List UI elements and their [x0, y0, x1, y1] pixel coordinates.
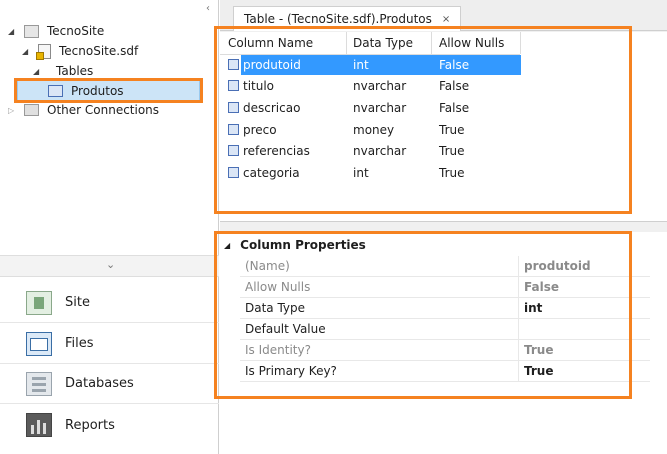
site-icon — [24, 24, 39, 38]
tab-title: Table - (TecnoSite.sdf).Produtos — [244, 12, 432, 26]
tree-node-database[interactable]: ◢ TecnoSite.sdf — [22, 41, 138, 61]
nav-item-site[interactable]: Site — [0, 283, 219, 323]
close-icon[interactable]: × — [442, 14, 450, 25]
database-file-icon — [36, 43, 51, 60]
nav-label: Files — [65, 336, 94, 351]
files-icon — [26, 331, 52, 356]
server-icon — [24, 104, 39, 116]
annotation-highlight-table — [14, 78, 203, 103]
nav-item-reports[interactable]: Reports — [0, 405, 219, 445]
tree-other-label: Other Connections — [47, 103, 160, 117]
annotation-highlight-properties — [214, 231, 632, 399]
chevron-down-icon[interactable]: ⌄ — [106, 258, 115, 271]
site-home-icon — [26, 290, 52, 315]
collapse-icon[interactable]: ◢ — [8, 27, 18, 36]
expand-icon[interactable]: ▷ — [8, 106, 18, 115]
chevron-left-icon[interactable]: ‹ — [206, 3, 210, 14]
tree-node-other-connections[interactable]: ▷ Other Connections — [8, 100, 159, 120]
nav-label: Reports — [65, 417, 115, 433]
pane-splitter[interactable]: ⌄ — [0, 255, 219, 277]
annotation-highlight-grid — [214, 26, 632, 214]
collapse-icon[interactable]: ◢ — [33, 67, 43, 76]
tree-tables-label: Tables — [56, 64, 94, 78]
reports-icon — [26, 413, 52, 437]
collapse-icon[interactable]: ◢ — [22, 47, 32, 56]
nav-item-databases[interactable]: Databases — [0, 364, 219, 404]
nav-label: Databases — [65, 376, 134, 391]
nav-label: Site — [65, 295, 90, 310]
tree-root-label: TecnoSite — [47, 24, 105, 38]
databases-icon — [26, 371, 52, 396]
tree-node-root[interactable]: ◢ TecnoSite — [8, 21, 104, 41]
tree-database-label: TecnoSite.sdf — [59, 44, 139, 58]
site-explorer-pane: ◢ TecnoSite ◢ TecnoSite.sdf ◢ Tables Pro… — [0, 0, 219, 454]
nav-item-files[interactable]: Files — [0, 324, 219, 364]
